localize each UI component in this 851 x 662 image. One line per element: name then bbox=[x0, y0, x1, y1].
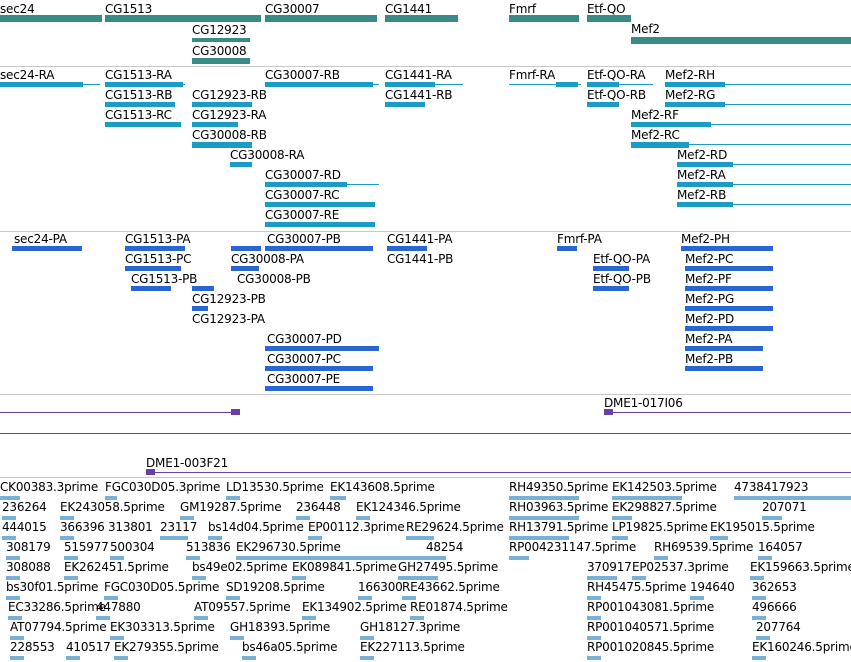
est-label[interactable]: EK142503.5prime bbox=[612, 480, 717, 494]
est-label[interactable]: bs14d04.5prime bbox=[208, 520, 304, 534]
est-label[interactable]: EK143608.5prime bbox=[330, 480, 435, 494]
est-label[interactable]: EK124346.5prime bbox=[356, 500, 461, 514]
est-label[interactable]: GH18127.3prime bbox=[360, 620, 460, 634]
est-label[interactable]: 228553 bbox=[10, 640, 55, 654]
est-read[interactable] bbox=[360, 656, 374, 660]
est-label[interactable]: RH49350.5prime bbox=[509, 480, 608, 494]
est-label[interactable]: 236264 bbox=[2, 500, 47, 514]
est-label[interactable]: 308088 bbox=[6, 560, 51, 574]
est-label[interactable]: RP001020845.5prime bbox=[587, 640, 714, 654]
est-label[interactable]: EK195015.5prime bbox=[710, 520, 815, 534]
est-read[interactable] bbox=[66, 656, 80, 660]
est-label[interactable]: EK134902.5prime bbox=[302, 600, 407, 614]
est-label[interactable]: 447880 bbox=[96, 600, 141, 614]
est-label[interactable]: 515977 bbox=[64, 540, 109, 554]
est-label[interactable]: SD19208.5prime bbox=[226, 580, 325, 594]
est-label[interactable]: bs46a05.5prime bbox=[242, 640, 338, 654]
est-label[interactable]: 4738417923 bbox=[734, 480, 809, 494]
est-label[interactable]: 308179 bbox=[6, 540, 51, 554]
est-label[interactable]: 410517 bbox=[66, 640, 111, 654]
est-read[interactable] bbox=[10, 656, 24, 660]
est-read[interactable] bbox=[587, 656, 601, 660]
est-label[interactable]: GH27495.5prime bbox=[398, 560, 498, 574]
est-label[interactable]: RH45475.5prime bbox=[587, 580, 686, 594]
est-label[interactable]: FGC030D05.5prime bbox=[104, 580, 219, 594]
est-read[interactable] bbox=[114, 656, 128, 660]
est-label[interactable]: 366396 bbox=[60, 520, 105, 534]
est-label[interactable]: RP001043081.5prime bbox=[587, 600, 714, 614]
est-label[interactable]: EK303313.5prime bbox=[110, 620, 215, 634]
est-label[interactable]: EK298827.5prime bbox=[612, 500, 717, 514]
est-label[interactable]: LD13530.5prime bbox=[226, 480, 324, 494]
est-label[interactable]: 23117 bbox=[160, 520, 197, 534]
est-label[interactable]: EK243058.5prime bbox=[60, 500, 165, 514]
est-label[interactable]: GM19287.5prime bbox=[180, 500, 282, 514]
est-label[interactable]: RE29624.5prime bbox=[406, 520, 504, 534]
est-label[interactable]: RH69539.5prime bbox=[654, 540, 753, 554]
est-label[interactable]: EK296730.5prime bbox=[236, 540, 341, 554]
est-label[interactable]: LP19825.5prime bbox=[612, 520, 708, 534]
est-label[interactable]: bs49e02.5prime bbox=[192, 560, 288, 574]
est-label[interactable]: 500304 bbox=[110, 540, 155, 554]
est-label[interactable]: RE43662.5prime bbox=[402, 580, 500, 594]
est-label[interactable]: 444015 bbox=[2, 520, 47, 534]
est-label[interactable]: 496666 bbox=[752, 600, 797, 614]
est-label[interactable]: 370917 bbox=[587, 560, 632, 574]
est-label[interactable]: GH18393.5prime bbox=[230, 620, 330, 634]
est-label[interactable]: RH03963.5prime bbox=[509, 500, 608, 514]
est-label[interactable]: bs30f01.5prime bbox=[6, 580, 98, 594]
est-label[interactable]: 166300 bbox=[358, 580, 403, 594]
est-read[interactable] bbox=[160, 536, 188, 540]
est-track: CK00383.3prime FGC030D05.3prime LD13530.… bbox=[0, 0, 851, 662]
est-label[interactable]: 164057 bbox=[758, 540, 803, 554]
est-label[interactable]: RH13791.5prime bbox=[509, 520, 608, 534]
est-label[interactable]: RE01874.5prime bbox=[410, 600, 508, 614]
est-label[interactable]: 513836 bbox=[186, 540, 231, 554]
est-label[interactable]: AT09557.5prime bbox=[194, 600, 291, 614]
est-label[interactable]: 48254 bbox=[426, 540, 463, 554]
est-label[interactable]: EK160246.5prime bbox=[752, 640, 851, 654]
est-label[interactable]: 313801 bbox=[108, 520, 153, 534]
est-label[interactable]: EK159663.5prime bbox=[750, 560, 851, 574]
est-label[interactable]: EK262451.5prime bbox=[64, 560, 169, 574]
est-label[interactable]: 362653 bbox=[752, 580, 797, 594]
est-label[interactable]: EP00112.3prime bbox=[308, 520, 405, 534]
est-label[interactable]: FGC030D05.3prime bbox=[105, 480, 220, 494]
est-label[interactable]: 207764 bbox=[756, 620, 801, 634]
est-label[interactable]: RP004231147.5prime bbox=[509, 540, 636, 554]
est-label[interactable]: CK00383.3prime bbox=[0, 480, 98, 494]
est-label[interactable]: 207071 bbox=[762, 500, 807, 514]
est-label[interactable]: AT07794.5prime bbox=[10, 620, 107, 634]
est-read[interactable] bbox=[242, 656, 256, 660]
est-label[interactable]: 236448 bbox=[296, 500, 341, 514]
est-label[interactable]: EK227113.5prime bbox=[360, 640, 465, 654]
est-read[interactable] bbox=[752, 656, 766, 660]
est-label[interactable]: EK279355.5prime bbox=[114, 640, 219, 654]
est-label[interactable]: EP02537.3prime bbox=[632, 560, 729, 574]
est-label[interactable]: EC33286.5prime bbox=[8, 600, 106, 614]
est-label[interactable]: 194640 bbox=[690, 580, 735, 594]
est-read[interactable] bbox=[509, 556, 529, 560]
est-label[interactable]: EK089841.5prime bbox=[292, 560, 397, 574]
est-label[interactable]: RP001040571.5prime bbox=[587, 620, 714, 634]
